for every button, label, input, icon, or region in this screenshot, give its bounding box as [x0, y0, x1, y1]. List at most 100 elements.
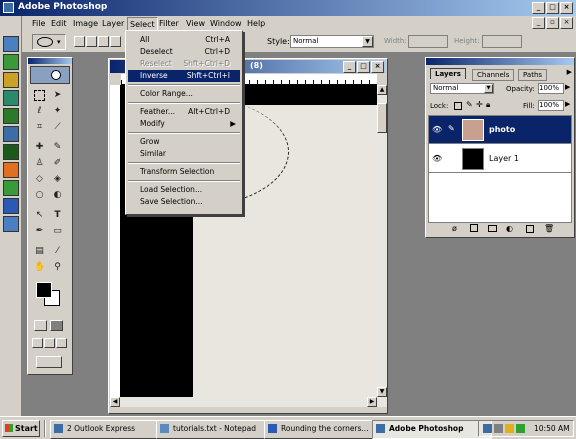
- new-set-icon[interactable]: [488, 225, 497, 232]
- screen-mode-icon-2[interactable]: [44, 338, 55, 348]
- menu-item-deselect[interactable]: Deselect Ctrl+D: [128, 46, 240, 58]
- doc-restore-button[interactable]: ▫: [546, 17, 559, 29]
- doc-win-close-button[interactable]: ×: [371, 61, 384, 73]
- menu-file[interactable]: File: [32, 17, 45, 30]
- menu-item-inverse[interactable]: Inverse Shft+Ctrl+I: [128, 70, 240, 82]
- standard-mode-icon[interactable]: [34, 320, 47, 331]
- notes-tool-icon[interactable]: ▤: [34, 246, 45, 257]
- app-icon-6[interactable]: [3, 126, 19, 142]
- menu-layer[interactable]: Layer: [102, 17, 124, 30]
- menu-filter[interactable]: Filter: [159, 17, 179, 30]
- tray-icon-messenger[interactable]: [516, 424, 525, 433]
- tab-layers[interactable]: Layers: [430, 68, 466, 79]
- shape-tool-icon[interactable]: ▭: [52, 226, 63, 237]
- tool-preset-picker[interactable]: ▾: [32, 34, 66, 50]
- horizontal-scrollbar[interactable]: ◀ ▶: [110, 397, 387, 407]
- doc-win-minimize-button[interactable]: _: [343, 61, 356, 73]
- eyedropper-icon[interactable]: ⁄: [52, 246, 63, 257]
- menu-item-color-range[interactable]: Color Range...: [128, 88, 240, 100]
- add-selection-icon[interactable]: [86, 36, 97, 47]
- scroll-left-icon[interactable]: ◀: [110, 397, 120, 407]
- taskbar-item-outlook[interactable]: 2 Outlook Express: [50, 420, 168, 439]
- scroll-up-icon[interactable]: ▲: [377, 85, 387, 95]
- trash-icon[interactable]: 🗑︎: [544, 224, 554, 233]
- type-tool-icon[interactable]: T: [52, 210, 63, 221]
- menu-item-save-selection[interactable]: Save Selection...: [128, 196, 240, 208]
- app-icon-11[interactable]: [3, 216, 19, 232]
- crop-tool-icon[interactable]: ⌗: [34, 122, 45, 133]
- app-icon-7[interactable]: [3, 144, 19, 160]
- menu-image[interactable]: Image: [73, 17, 98, 30]
- screen-mode-icon-3[interactable]: [56, 338, 67, 348]
- app-icon-8[interactable]: [3, 162, 19, 178]
- taskbar-item-photoshop[interactable]: Adobe Photoshop: [372, 420, 492, 439]
- tab-channels[interactable]: Channels: [472, 69, 515, 81]
- lock-transparent-icon[interactable]: [454, 102, 462, 110]
- pen-tool-icon[interactable]: ✒: [34, 226, 45, 237]
- slice-tool-icon[interactable]: ⟋: [52, 122, 63, 133]
- layer-visibility-eye-icon[interactable]: 👁︎: [432, 154, 442, 163]
- menu-item-grow[interactable]: Grow: [128, 136, 240, 148]
- history-brush-icon[interactable]: ✐: [52, 158, 63, 169]
- new-layer-icon[interactable]: [526, 225, 534, 233]
- app-icon-4[interactable]: [3, 90, 19, 106]
- taskbar-item-notepad[interactable]: tutorials.txt - Notepad: [156, 420, 278, 439]
- layer-row-photo[interactable]: 👁︎ ✎ photo: [429, 116, 571, 144]
- new-selection-icon[interactable]: [74, 36, 85, 47]
- lasso-tool-icon[interactable]: ℓ: [34, 106, 45, 117]
- jump-to-imageready-icon[interactable]: [36, 356, 62, 368]
- subtract-selection-icon[interactable]: [98, 36, 109, 47]
- move-tool-icon[interactable]: ➤: [52, 90, 63, 101]
- menu-edit[interactable]: Edit: [51, 17, 67, 30]
- app-icon-2[interactable]: [3, 54, 19, 70]
- layer-visibility-eye-icon[interactable]: 👁︎: [432, 125, 442, 134]
- hand-tool-icon[interactable]: ✋: [34, 262, 45, 273]
- menu-help[interactable]: Help: [247, 17, 265, 30]
- fill-slider-icon[interactable]: ▶: [565, 100, 570, 108]
- minimize-button[interactable]: _: [532, 2, 545, 14]
- lock-paint-icon[interactable]: ✎: [466, 100, 473, 109]
- menu-item-similar[interactable]: Similar: [128, 148, 240, 160]
- scroll-down-icon[interactable]: ▼: [377, 387, 387, 397]
- menu-view[interactable]: View: [186, 17, 205, 30]
- menu-item-load-selection[interactable]: Load Selection...: [128, 184, 240, 196]
- dodge-tool-icon[interactable]: ◐: [52, 190, 63, 201]
- tray-icon-volume[interactable]: [494, 424, 503, 433]
- taskbar-item-rounding[interactable]: Rounding the corners...: [264, 420, 386, 439]
- path-select-icon[interactable]: ↖: [34, 210, 45, 221]
- app-icon-10[interactable]: [3, 198, 19, 214]
- tray-icon-network[interactable]: [483, 424, 492, 433]
- menu-item-all[interactable]: All Ctrl+A: [128, 34, 240, 46]
- lock-all-icon[interactable]: 🔒︎: [486, 100, 490, 110]
- paint-bucket-icon[interactable]: ◈: [52, 174, 63, 185]
- doc-minimize-button[interactable]: _: [532, 17, 545, 29]
- app-icon-3[interactable]: [3, 72, 19, 88]
- scroll-right-icon[interactable]: ▶: [367, 397, 377, 407]
- app-icon-5[interactable]: [3, 108, 19, 124]
- eraser-tool-icon[interactable]: ◇: [34, 174, 45, 185]
- menu-item-transform-selection[interactable]: Transform Selection: [128, 166, 240, 178]
- foreground-color-swatch[interactable]: [36, 282, 52, 298]
- doc-win-maximize-button[interactable]: □: [357, 61, 370, 73]
- doc-close-button[interactable]: ×: [560, 17, 573, 29]
- fill-input[interactable]: 100%: [538, 100, 564, 111]
- clone-stamp-icon[interactable]: ♙: [34, 158, 45, 169]
- maximize-button[interactable]: □: [546, 2, 559, 14]
- quick-mask-icon[interactable]: [50, 320, 63, 331]
- app-icon-1[interactable]: [3, 36, 19, 52]
- add-layer-style-icon[interactable]: ø: [452, 224, 457, 233]
- style-select[interactable]: Normal ▼: [290, 35, 374, 48]
- menu-select[interactable]: Select: [127, 17, 158, 31]
- start-button[interactable]: Start: [2, 420, 40, 437]
- blend-mode-select[interactable]: Normal ▼: [430, 83, 494, 94]
- layer-row-layer-1[interactable]: 👁︎ Layer 1: [429, 145, 571, 173]
- menu-item-modify[interactable]: Modify ▶: [128, 118, 240, 130]
- magic-wand-icon[interactable]: ✦: [52, 106, 63, 117]
- add-mask-icon[interactable]: [470, 224, 478, 232]
- adobe-online-icon[interactable]: [30, 66, 70, 84]
- app-icon-9[interactable]: [3, 180, 19, 196]
- brush-tool-icon[interactable]: ✎: [52, 142, 63, 153]
- menu-item-feather[interactable]: Feather... Alt+Ctrl+D: [128, 106, 240, 118]
- lock-move-icon[interactable]: ✛: [476, 100, 483, 109]
- opacity-slider-icon[interactable]: ▶: [565, 83, 570, 91]
